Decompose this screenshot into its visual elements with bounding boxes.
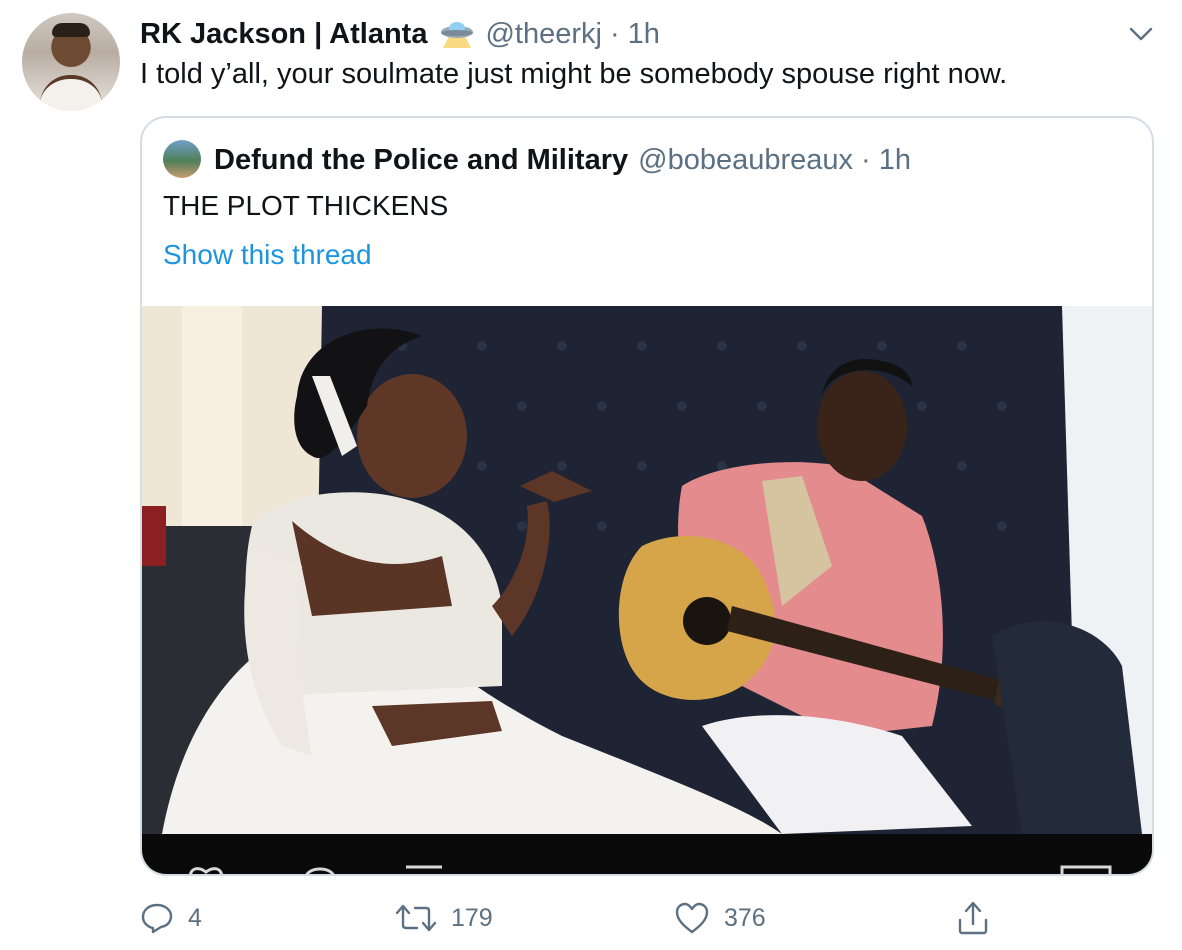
quoted-tweet-time: 1h	[878, 143, 911, 176]
reply-button[interactable]: 4	[140, 896, 202, 940]
quoted-author-handle: @bobeaubreaux	[638, 143, 854, 176]
send-outline-icon	[406, 865, 442, 869]
quoted-author-name: Defund the Police and Military	[214, 143, 629, 176]
retweet-count: 179	[451, 903, 493, 932]
author-avatar[interactable]	[22, 13, 120, 111]
video-controls-bar	[142, 834, 1152, 874]
tweet-time[interactable]: 1h	[628, 18, 660, 51]
quoted-tweet-header: Defund the Police and Military @bobeaubr…	[214, 140, 911, 180]
quoted-tweet-text: THE PLOT THICKENS	[163, 190, 449, 221]
like-count: 376	[724, 903, 766, 932]
reply-icon	[141, 903, 173, 934]
tweet-action-bar: 4 179 376	[140, 896, 1000, 940]
bookmark-outline-icon	[1060, 865, 1112, 874]
share-icon	[958, 901, 988, 935]
video-frame-image	[142, 306, 1152, 834]
video-player[interactable]	[142, 306, 1152, 874]
heart-outline-icon	[188, 867, 224, 874]
tweet-header: RK Jackson | Atlanta @theerkj · 1h	[140, 14, 660, 54]
show-thread-link[interactable]: Show this thread	[163, 239, 372, 271]
comment-outline-icon	[305, 867, 335, 874]
tweet-text: I told y’all, your soulmate just might b…	[140, 58, 1008, 90]
quoted-author-avatar	[163, 140, 201, 178]
reply-count: 4	[188, 903, 202, 932]
share-button[interactable]	[956, 896, 1004, 940]
quoted-tweet-card[interactable]: Defund the Police and Military @bobeaubr…	[140, 116, 1154, 876]
retweet-icon	[395, 904, 437, 932]
ufo-emoji-icon	[439, 18, 475, 50]
like-button[interactable]: 376	[674, 896, 766, 940]
author-name[interactable]: RK Jackson | Atlanta	[140, 18, 427, 51]
separator-dot: ·	[861, 143, 871, 176]
separator-dot: ·	[609, 17, 620, 50]
author-handle[interactable]: @theerkj	[485, 18, 601, 51]
heart-icon	[675, 902, 709, 934]
retweet-button[interactable]: 179	[395, 896, 493, 940]
chevron-down-icon[interactable]	[1126, 22, 1156, 46]
